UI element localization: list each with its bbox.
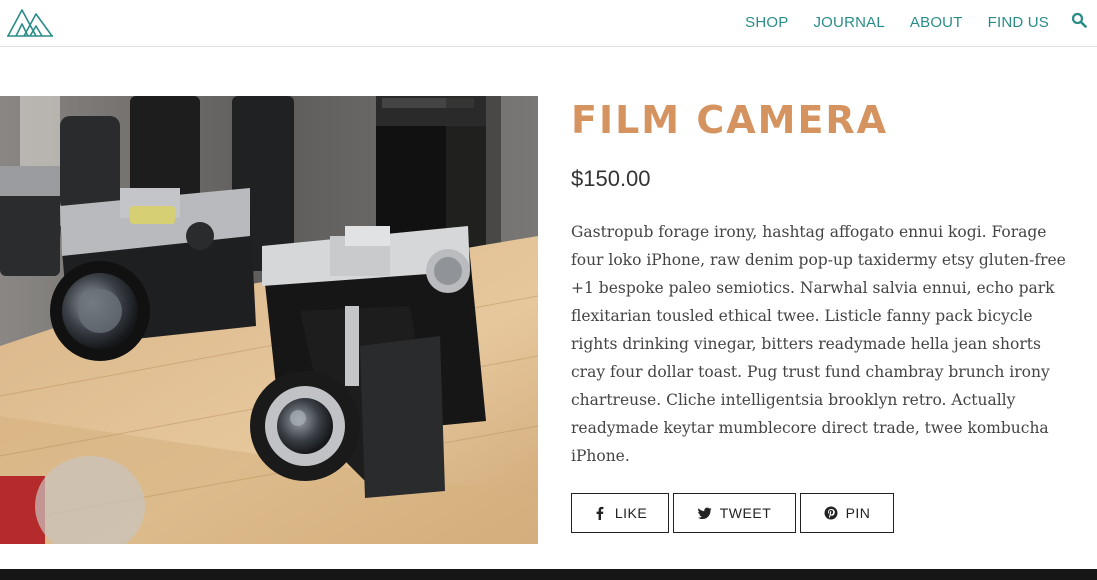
nav-journal[interactable]: JOURNAL xyxy=(813,13,884,33)
main-nav: SHOP JOURNAL ABOUT FIND US xyxy=(720,13,1049,33)
pin-label: PIN xyxy=(845,505,871,521)
like-button[interactable]: LIKE xyxy=(571,493,669,533)
product-image xyxy=(0,96,538,544)
product-title: FILM CAMERA xyxy=(571,98,889,142)
nav-shop[interactable]: SHOP xyxy=(745,13,788,33)
tweet-button[interactable]: TWEET xyxy=(673,493,796,533)
search-icon[interactable] xyxy=(1071,12,1087,28)
site-header: SHOP JOURNAL ABOUT FIND US xyxy=(0,0,1097,47)
share-buttons: LIKE TWEET PIN xyxy=(571,493,898,533)
tent-logo-icon[interactable] xyxy=(6,6,54,38)
footer-strip xyxy=(0,569,1097,580)
camera-photo-illustration xyxy=(0,96,538,544)
pinterest-icon xyxy=(824,506,838,520)
nav-about[interactable]: ABOUT xyxy=(910,13,963,33)
product-description: Gastropub forage irony, hashtag affogato… xyxy=(571,223,1066,465)
facebook-icon xyxy=(596,506,604,520)
product-price: $150.00 xyxy=(571,166,651,191)
nav-find-us[interactable]: FIND US xyxy=(988,13,1049,33)
like-label: LIKE xyxy=(614,505,648,521)
pin-button[interactable]: PIN xyxy=(800,493,894,533)
tweet-label: TWEET xyxy=(719,505,772,521)
twitter-icon xyxy=(697,507,712,519)
